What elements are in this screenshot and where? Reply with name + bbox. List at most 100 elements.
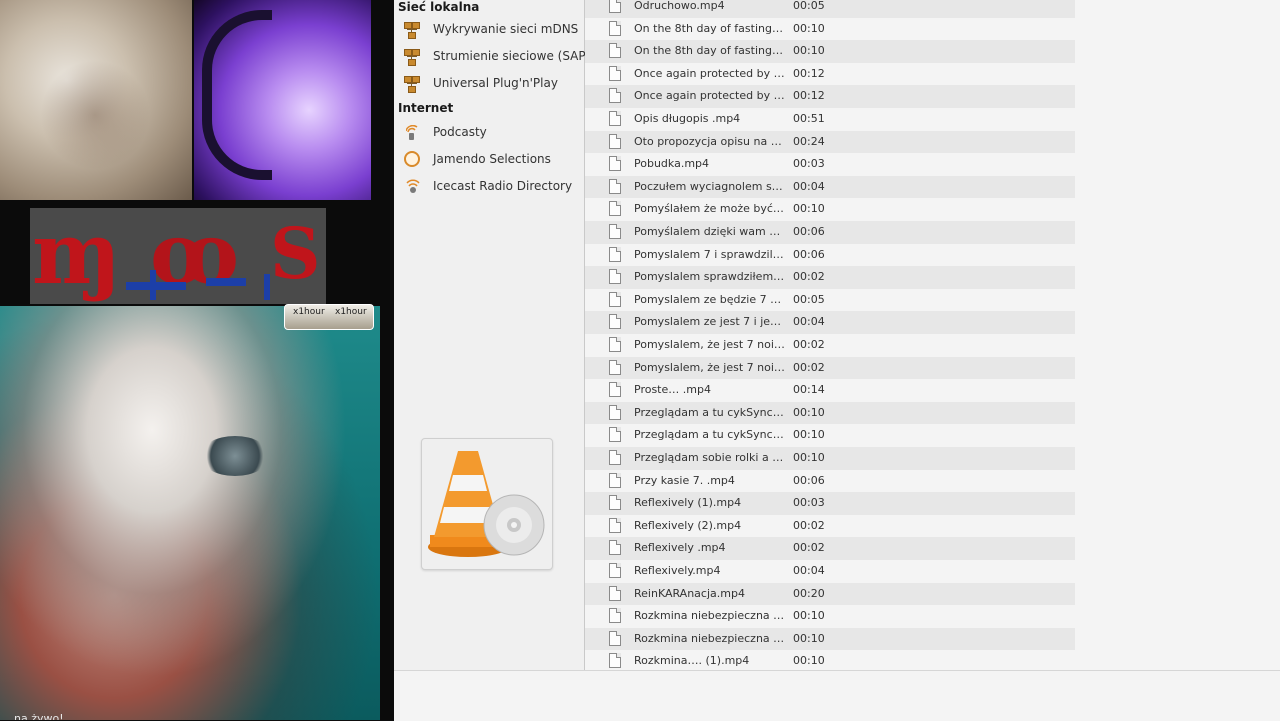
playlist-row-title: Rozkmina…. (1).mp4 [634,654,750,668]
sidebar: Sieć lokalna Wykrywanie sieci mDNS Strum… [394,0,590,670]
sidebar-item-mdns[interactable]: Wykrywanie sieci mDNS [402,19,578,41]
file-icon [609,540,621,556]
playlist-row[interactable]: Pomyslalem sprawdziłem i 7... 00:02 [585,266,1075,289]
playlist-row-duration: 00:06 [793,473,825,487]
playlist-row[interactable]: Rozkmina…. (1).mp4 00:10 [585,650,1075,672]
file-icon [609,404,621,420]
file-icon [609,201,621,217]
file-icon [609,0,621,13]
playlist-row[interactable]: Reflexively .mp4 00:02 [585,537,1075,560]
playlist-row-duration: 00:10 [793,631,825,645]
playlist-row[interactable]: Oto propozycja opisu na Tik... 00:24 [585,130,1075,154]
playlist-row-title: Pomyslalem 7 i sprawdzilem i ... [634,247,786,261]
playlist-row[interactable]: Pomyslalem, że jest 7 noi 7. ... 00:02 [585,334,1075,357]
file-icon [609,608,621,624]
playlist-row-title: Oto propozycja opisu na Tik... [634,134,786,148]
playlist-row-duration: 00:04 [793,179,825,193]
playlist-row-title: Przy kasie 7. .mp4 [634,473,735,487]
file-icon [609,43,621,59]
playlist-row[interactable]: Once again protected by the... 00:12 [585,63,1075,86]
playlist-row-title: Przeglądam a tu cykSync. .m... [634,428,786,442]
playlist-row-duration: 00:20 [793,586,825,600]
playlist-row-title: Odruchowo.mp4 [634,0,725,12]
playlist-row-title: Reflexively (1).mp4 [634,496,742,510]
playlist-row[interactable]: Przeglądam a tu cykSync. .m... 00:10 [585,424,1075,447]
webcam-feed-1 [0,0,192,200]
playlist-row[interactable]: Pomyslalem ze jest 7 i jest 7 ... 00:04 [585,311,1075,334]
playlist-row-title: Once again protected by the... [634,89,786,103]
playlist-row-title: Pomyślalem dzięki wam Ojcz... [634,225,786,238]
file-icon [609,585,621,601]
playlist-row[interactable]: Reflexively.mp4 00:04 [585,560,1075,583]
network-icon [402,74,422,94]
sidebar-item-icecast[interactable]: Icecast Radio Directory [402,176,578,198]
playlist-row[interactable]: Reflexively (1).mp4 00:03 [585,492,1075,515]
playlist-row[interactable]: Pomyslalem, że jest 7 noi 7. ... 00:02 [585,356,1075,380]
playlist-row[interactable]: Pobudka.mp4 00:03 [585,153,1075,176]
file-icon [609,178,621,194]
playlist-row[interactable]: Pomyslalem 7 i sprawdzilem i ... 00:06 [585,244,1075,267]
playlist-row-title: Pomyslalem ze będzie 7 wyci... [634,292,786,306]
sidebar-item-sap[interactable]: Strumienie sieciowe (SAP) [402,46,590,68]
playlist-row[interactable]: Poczułem wyciagnolem spra... 00:04 [585,175,1075,199]
playlist-row[interactable]: Przeglądam a tu cykSync. (... 00:10 [585,401,1075,425]
playlist-row[interactable]: Pomyślalem dzięki wam Ojcz... 00:06 [585,221,1075,244]
playlist-row-duration: 00:10 [793,654,825,668]
file-icon [609,427,621,443]
network-icon [402,20,422,40]
file-icon [609,314,621,330]
playlist-row-duration: 00:05 [793,0,825,12]
file-icon [609,382,621,398]
network-icon [402,47,422,67]
sidebar-item-upnp[interactable]: Universal Plug'n'Play [402,73,578,95]
playlist-row-duration: 00:14 [793,383,825,397]
file-icon [609,111,621,126]
playlist-row-duration: 00:06 [793,225,825,238]
file-icon [609,450,621,465]
playlist-row[interactable]: ReinKARAnacja.mp4 00:20 [585,582,1075,606]
playlist-row[interactable]: Pomyslalem ze będzie 7 wyci... 00:05 [585,289,1075,312]
playlist-row-title: Pomyslalem ze jest 7 i jest 7 ... [634,315,786,329]
file-icon [609,246,621,262]
playlist-row-title: Rozkmina niebezpieczna min... [634,609,786,623]
file-icon [609,472,621,488]
sidebar-item-label: Icecast Radio Directory [433,179,573,193]
file-icon [609,269,621,285]
playlist-row-duration: 00:12 [793,66,825,80]
playlist-row[interactable]: Przeglądam sobie rolki a tu c... 00:10 [585,447,1075,470]
playlist-row-title: Reflexively.mp4 [634,564,721,577]
playlist-row[interactable]: On the 8th day of fasting, y... 00:10 [585,40,1075,63]
playlist-row-title: Rozkmina niebezpieczna min... [634,631,786,645]
playlist-row-title: On the 8th day of fasting, y... [634,44,786,58]
playlist-row[interactable]: Proste… .mp4 00:14 [585,379,1075,402]
playlist-row-duration: 00:02 [793,518,825,532]
headphones-graphic [202,10,272,180]
playlist-row[interactable]: Reflexively (2).mp4 00:02 [585,515,1075,538]
playlist-row[interactable]: Rozkmina niebezpieczna min... 00:10 [585,605,1075,628]
overlay-label: x1hour x1hour [284,304,374,330]
playlist-row[interactable]: Rozkmina niebezpieczna min... 00:10 [585,627,1075,651]
sidebar-item-podcasts[interactable]: Podcasty [402,122,578,144]
playlist-row-title: Pomyslalem, że jest 7 noi 7. ... [634,338,786,351]
sidebar-item-label: Podcasty [433,125,487,139]
playlist-row-duration: 00:02 [793,338,825,351]
playlist-row[interactable]: On the 8th day of fasting, y... 00:10 [585,18,1075,41]
playlist-row-title: Poczułem wyciagnolem spra... [634,179,786,193]
playlist-row[interactable]: Opis długopis .mp4 00:51 [585,108,1075,131]
playlist-row-duration: 00:24 [793,134,825,148]
playlist-row-title: Once again protected by the... [634,66,786,80]
playlist-row[interactable]: Pomyślałem że może być sie... 00:10 [585,198,1075,221]
playlist-row-title: Przeglądam sobie rolki a tu c... [634,451,786,464]
sidebar-item-label: Wykrywanie sieci mDNS [433,22,579,36]
file-icon [609,65,621,81]
playlist-row[interactable]: Przy kasie 7. .mp4 00:06 [585,470,1075,493]
playlist-row[interactable]: Once again protected by the... 00:12 [585,85,1075,108]
sidebar-item-jamendo[interactable]: Jamendo Selections [402,149,578,171]
file-icon [609,224,621,239]
file-icon [609,88,621,104]
playlist-row[interactable]: Odruchowo.mp4 00:05 [585,0,1075,18]
playlist-row-title: Opis długopis .mp4 [634,112,741,125]
live-caption: na żywo! [14,712,64,720]
eye-detail [200,436,270,476]
sidebar-item-label: Jamendo Selections [433,152,551,166]
